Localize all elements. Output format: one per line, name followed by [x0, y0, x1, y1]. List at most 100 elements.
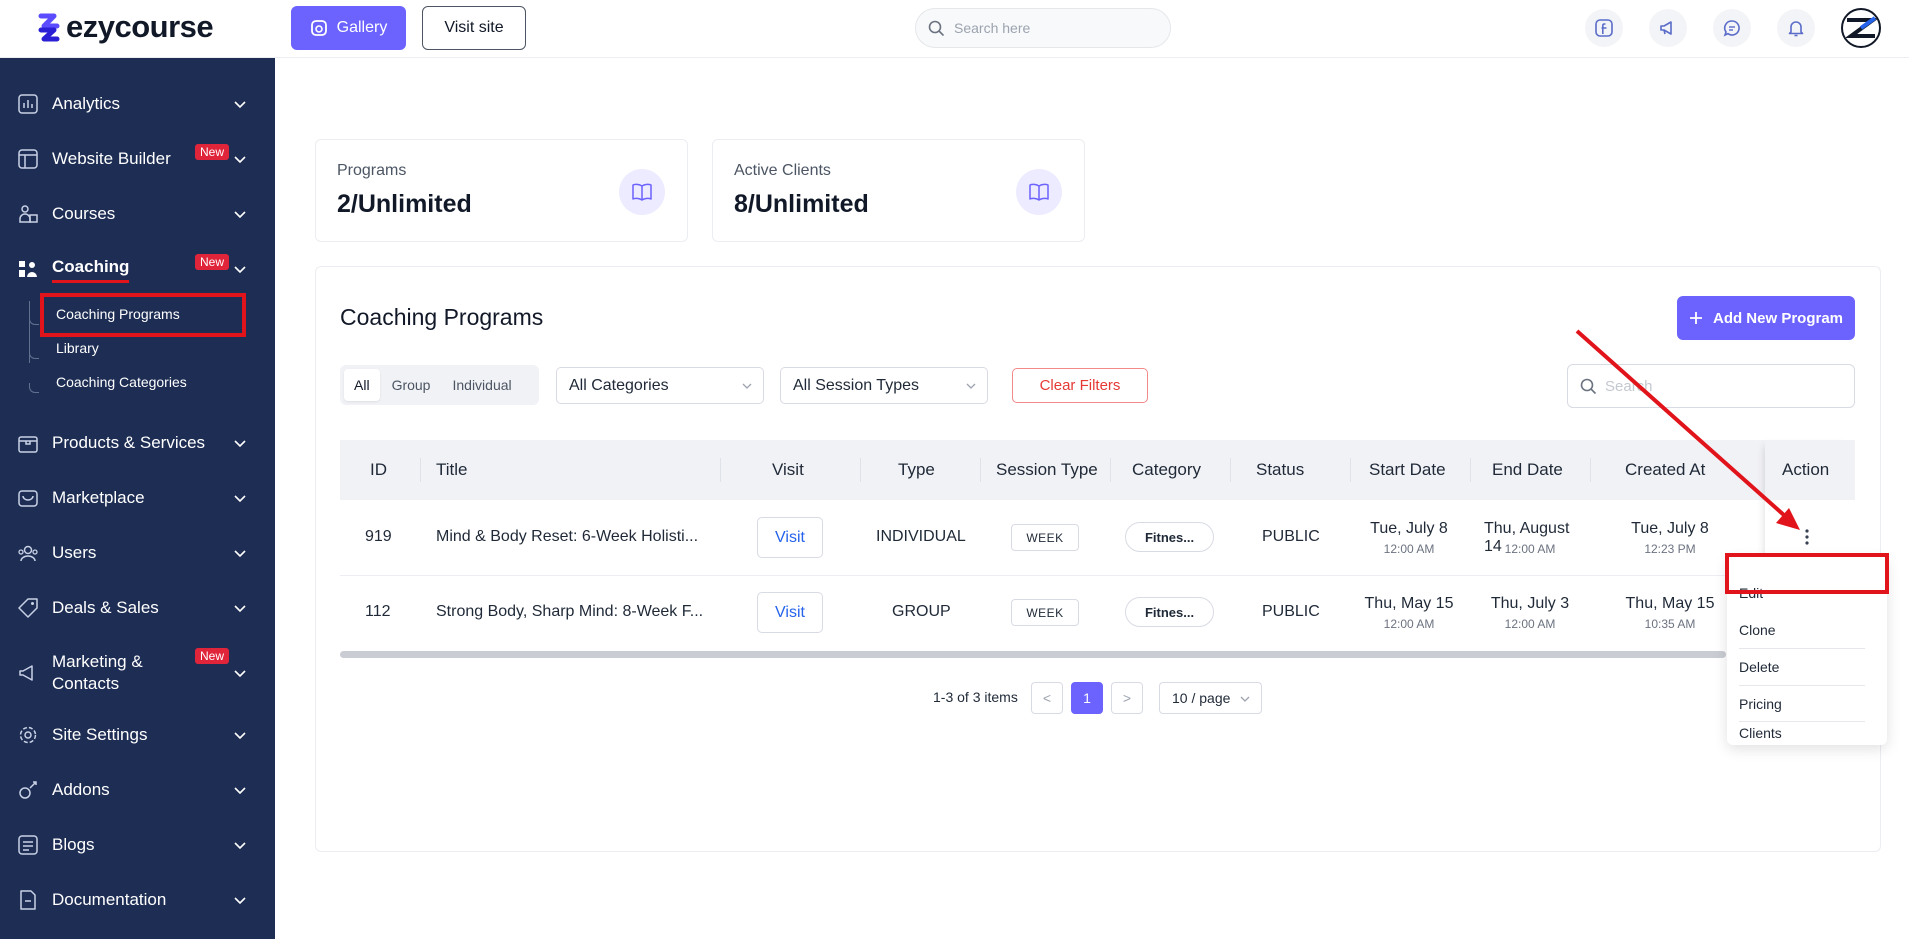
page-size-select[interactable]: 10 / page — [1159, 682, 1262, 714]
global-search-input[interactable] — [954, 20, 1154, 36]
cell-id: 112 — [365, 603, 391, 620]
chevron-down-icon — [742, 383, 752, 389]
created-date: Tue, July 8 — [1631, 520, 1709, 537]
sidebar-item-website-builder[interactable]: Website Builder New — [0, 136, 275, 182]
sidebar-item-products-services[interactable]: Products & Services — [0, 420, 275, 466]
logo-mark-icon — [38, 13, 60, 42]
column-header-session-type[interactable]: Session Type — [996, 440, 1098, 500]
column-divider — [1470, 458, 1471, 482]
brand-name: ezycourse — [66, 9, 214, 44]
column-divider — [1350, 458, 1351, 482]
pagination-next-button[interactable]: > — [1111, 682, 1143, 714]
sidebar-item-label: Site Settings — [52, 725, 148, 744]
global-search[interactable] — [915, 8, 1171, 48]
facebook-icon[interactable] — [1585, 9, 1623, 47]
sidebar-item-label: Website Builder — [52, 149, 171, 168]
column-header-status[interactable]: Status — [1256, 440, 1304, 500]
pagination-page-button[interactable]: 1 — [1071, 682, 1103, 714]
stat-value: 2/Unlimited — [337, 190, 472, 218]
menu-item-clients[interactable]: Clients — [1739, 702, 1865, 764]
sidebar-item-coaching[interactable]: Coaching New — [0, 246, 275, 292]
program-type-segmented: All Group Individual — [340, 365, 539, 405]
visit-site-button[interactable]: Visit site — [422, 6, 526, 50]
book-icon — [619, 169, 665, 215]
sidebar-item-marketplace[interactable]: Marketplace — [0, 475, 275, 521]
table-header: ID Title Visit Type Session Type Categor… — [340, 440, 1855, 500]
store-icon — [16, 486, 40, 510]
clear-filters-button[interactable]: Clear Filters — [1012, 368, 1148, 403]
segment-group[interactable]: Group — [382, 369, 441, 401]
chevron-down-icon — [234, 787, 246, 795]
menu-item-clone[interactable]: Clone — [1739, 611, 1865, 648]
column-header-category[interactable]: Category — [1132, 440, 1201, 500]
table-search[interactable] — [1567, 364, 1855, 408]
column-header-title[interactable]: Title — [436, 440, 468, 500]
column-divider — [980, 458, 981, 482]
category-select[interactable]: All Categories — [556, 367, 764, 404]
chevron-down-icon — [234, 266, 246, 274]
courses-icon — [16, 202, 40, 226]
highlight-box-edit — [1725, 553, 1889, 594]
bell-icon[interactable] — [1777, 9, 1815, 47]
sidebar-item-users[interactable]: Users — [0, 530, 275, 576]
brand-logo[interactable]: ezycourse — [38, 8, 214, 46]
document-icon — [16, 888, 40, 912]
analytics-icon — [16, 92, 40, 116]
book-icon — [1016, 169, 1062, 215]
sidebar-item-site-settings[interactable]: Site Settings — [0, 712, 275, 758]
gallery-button[interactable]: Gallery — [291, 6, 406, 50]
column-header-id[interactable]: ID — [370, 440, 387, 500]
sidebar-subitem-coaching-categories[interactable]: Coaching Categories — [56, 374, 187, 390]
sidebar-subitem-library[interactable]: Library — [56, 340, 99, 356]
megaphone-icon[interactable] — [1649, 9, 1687, 47]
website-builder-icon — [16, 147, 40, 171]
cell-title[interactable]: Mind & Body Reset: 6-Week Holisti... — [436, 528, 698, 546]
sidebar-item-deals-sales[interactable]: Deals & Sales — [0, 585, 275, 631]
sidebar-item-analytics[interactable]: Analytics — [0, 81, 275, 127]
end-date: Thu, July 3 — [1490, 595, 1570, 612]
sidebar-item-label: Analytics — [52, 94, 121, 113]
category-tag: Fitnes... — [1125, 597, 1214, 627]
megaphone-icon — [16, 661, 40, 685]
column-header-end-date[interactable]: End Date — [1492, 440, 1563, 500]
column-header-start-date[interactable]: Start Date — [1369, 440, 1446, 500]
sidebar-item-marketing-contacts[interactable]: Marketing & Contacts New — [0, 640, 275, 706]
start-date: Thu, May 15 — [1364, 595, 1454, 612]
chat-icon[interactable] — [1713, 9, 1751, 47]
segment-individual[interactable]: Individual — [442, 369, 521, 401]
sidebar-item-courses[interactable]: Courses — [0, 191, 275, 237]
sidebar-item-documentation[interactable]: Documentation — [0, 877, 275, 923]
visit-button[interactable]: Visit — [757, 517, 823, 558]
column-header-visit[interactable]: Visit — [772, 440, 804, 500]
column-divider — [1590, 458, 1591, 482]
sidebar-item-addons[interactable]: Addons — [0, 767, 275, 813]
column-header-type[interactable]: Type — [898, 440, 935, 500]
column-header-created-at[interactable]: Created At — [1625, 440, 1705, 500]
sidebar: Analytics Website Builder New Courses Co… — [0, 58, 275, 939]
pagination-prev-button[interactable]: < — [1031, 682, 1063, 714]
session-type-select[interactable]: All Session Types — [780, 367, 988, 404]
sidebar-item-blogs[interactable]: Blogs — [0, 822, 275, 868]
sidebar-item-label: Documentation — [52, 890, 167, 909]
user-avatar[interactable] — [1841, 8, 1881, 48]
chevron-down-icon — [234, 550, 246, 558]
add-new-program-button[interactable]: Add New Program — [1677, 296, 1855, 340]
gear-icon — [16, 723, 40, 747]
more-vertical-icon[interactable] — [1800, 528, 1814, 546]
cell-title[interactable]: Strong Body, Sharp Mind: 8-Week F... — [436, 603, 703, 621]
stat-card-active-clients: Active Clients 8/Unlimited — [712, 139, 1085, 242]
chevron-down-icon — [234, 670, 246, 678]
stat-value: 8/Unlimited — [734, 190, 869, 218]
gallery-icon — [310, 20, 327, 36]
sidebar-item-label: Marketing & Contacts — [52, 652, 143, 693]
blog-icon — [16, 833, 40, 857]
sidebar-item-label: Coaching — [52, 256, 130, 283]
chevron-down-icon — [234, 605, 246, 613]
visit-button[interactable]: Visit — [757, 592, 823, 633]
horizontal-scrollbar[interactable] — [340, 651, 1726, 658]
segment-all[interactable]: All — [344, 369, 380, 401]
menu-item-delete[interactable]: Delete — [1739, 648, 1865, 685]
column-divider — [420, 458, 421, 482]
cell-type: GROUP — [892, 603, 951, 620]
table-search-input[interactable] — [1605, 377, 1845, 395]
